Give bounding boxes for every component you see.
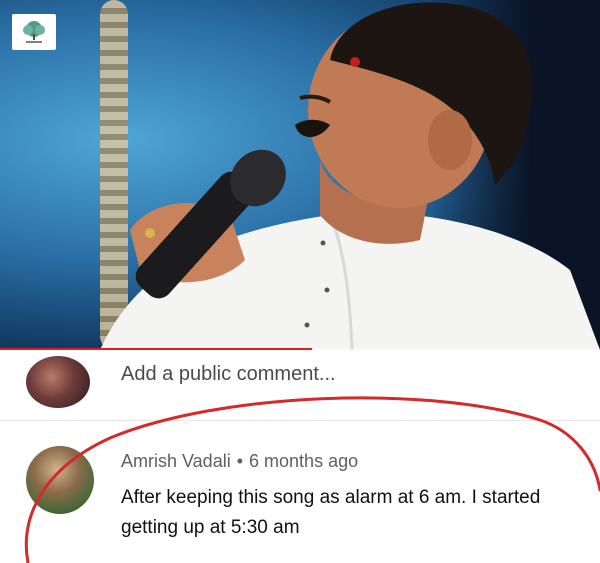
add-comment-row[interactable]: Add a public comment... (0, 352, 600, 420)
user-avatar (26, 356, 90, 408)
comment-text: After keeping this song as alarm at 6 am… (121, 487, 541, 538)
comment-time: 6 months ago (249, 451, 359, 471)
comment-author[interactable]: Amrish Vadali (121, 451, 231, 471)
tree-logo-icon (23, 21, 45, 43)
commenter-avatar[interactable] (26, 446, 94, 514)
add-comment-input[interactable]: Add a public comment... (121, 363, 336, 386)
comment-item: Amrish Vadali • 6 months ago After keeping… (0, 421, 600, 563)
comment-meta: Amrish Vadali • 6 months ago (121, 451, 358, 472)
video-frame[interactable] (0, 0, 600, 350)
channel-logo (12, 14, 56, 50)
progress-bar[interactable] (0, 348, 312, 350)
singer-image (100, 2, 600, 350)
meta-separator: • (236, 451, 244, 471)
